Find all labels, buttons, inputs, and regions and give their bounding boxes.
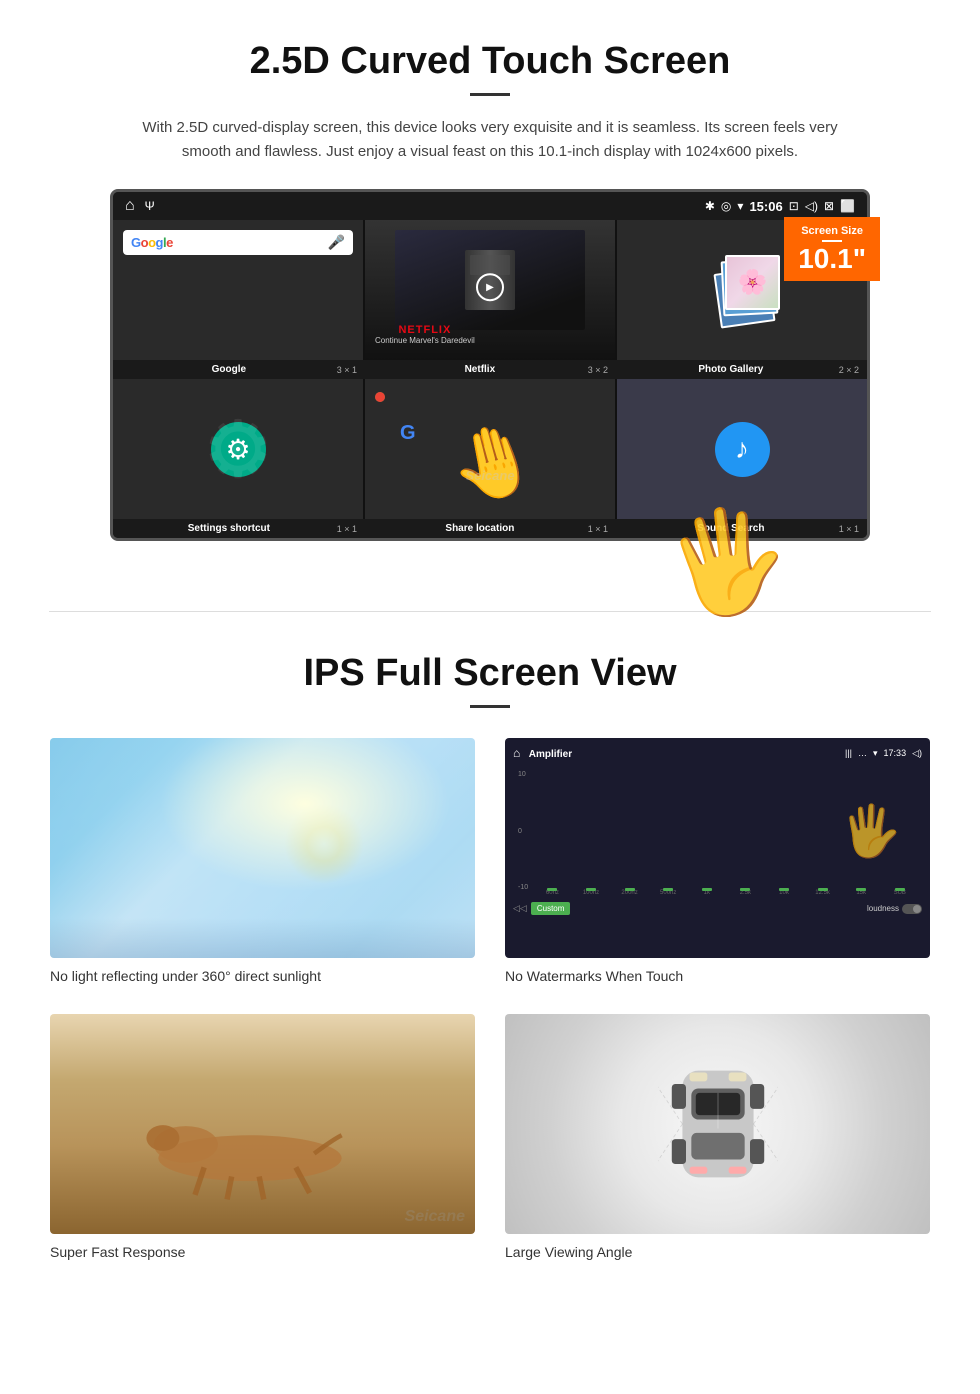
touch-hand: 🖐 bbox=[840, 766, 902, 896]
google-label: Google bbox=[121, 364, 337, 375]
car-image bbox=[505, 1014, 930, 1234]
device-screen: ⌂ Ψ ✱ ◎ ▾ 15:06 ⊡ ◁) ⊠ ⬜ bbox=[110, 189, 870, 541]
usb-icon: Ψ bbox=[145, 199, 155, 213]
volume-icon: ◁) bbox=[805, 199, 818, 213]
screen-size-badge: Screen Size 10.1" bbox=[784, 217, 880, 281]
netflix-label: Netflix bbox=[372, 364, 588, 375]
maps-size: 1 × 1 bbox=[588, 524, 608, 534]
eq-scale: 10 0 -10 bbox=[518, 766, 528, 896]
home-icon[interactable]: ⌂ bbox=[125, 197, 135, 215]
pointing-hand: 🤚 bbox=[441, 413, 546, 515]
amplifier-image: ⌂ Amplifier ||| … ▾ 17:33 ◁) 10 0 bbox=[505, 738, 930, 958]
eq-bar-1k: 1k bbox=[690, 888, 725, 896]
eq-bar-12k5: 12.5k bbox=[805, 888, 840, 896]
gallery-label: Photo Gallery bbox=[623, 364, 839, 375]
eq-bar-10k: 10k bbox=[767, 888, 802, 896]
status-right: ✱ ◎ ▾ 15:06 ⊡ ◁) ⊠ ⬜ bbox=[705, 199, 855, 214]
section1-description: With 2.5D curved-display screen, this de… bbox=[140, 116, 840, 164]
cheetah-watermark: Seicane bbox=[405, 1208, 465, 1226]
badge-underline bbox=[822, 240, 842, 242]
labels-row-1: Google 3 × 1 Netflix 3 × 2 Photo Gallery… bbox=[113, 360, 867, 379]
music-size: 1 × 1 bbox=[839, 524, 859, 534]
netflix-play-button[interactable]: ▶ bbox=[476, 273, 504, 301]
cheetah-caption: Super Fast Response bbox=[50, 1244, 475, 1260]
amplifier-caption: No Watermarks When Touch bbox=[505, 968, 930, 984]
window-icon: ⬜ bbox=[840, 199, 855, 213]
title-underline bbox=[470, 93, 510, 96]
section1-title: 2.5D Curved Touch Screen bbox=[60, 40, 920, 83]
google-app-cell[interactable]: Google 🎤 bbox=[113, 220, 363, 360]
sunlight-caption: No light reflecting under 360° direct su… bbox=[50, 968, 475, 984]
eq-bar-100hz: 100hz bbox=[574, 888, 609, 896]
cheetah-svg bbox=[80, 1094, 420, 1204]
loudness-switch: loudness bbox=[867, 904, 922, 914]
bluetooth-icon: ✱ bbox=[705, 199, 715, 213]
section-curved-screen: 2.5D Curved Touch Screen With 2.5D curve… bbox=[0, 0, 980, 571]
loudness-label: loudness bbox=[867, 904, 899, 913]
maps-app-cell[interactable]: G 🤚 bbox=[365, 379, 615, 519]
badge-size: 10.1" bbox=[798, 243, 866, 274]
photo-3: 🌸 bbox=[725, 255, 780, 310]
device-wrapper: Screen Size 10.1" ⌂ Ψ ✱ ◎ ▾ 15:06 ⊡ ◁) ⊠ bbox=[110, 189, 870, 541]
eq-bar-200hz: 200hz bbox=[612, 888, 647, 896]
camera-icon: ⊡ bbox=[789, 199, 799, 213]
amp-time: 17:33 bbox=[884, 748, 907, 758]
music-icon: ♪ bbox=[715, 422, 770, 477]
netflix-app-cell[interactable]: ▶ NETFLIX Continue Marvel's Daredevil bbox=[365, 220, 615, 360]
eq-bar-60hz: 60hz bbox=[535, 888, 570, 896]
gallery-size: 2 × 2 bbox=[839, 365, 859, 375]
google-logo: Google bbox=[131, 235, 173, 250]
settings-size: 1 × 1 bbox=[337, 524, 357, 534]
amp-volume-icon: ◁) bbox=[912, 748, 922, 759]
mic-icon[interactable]: 🎤 bbox=[328, 234, 345, 251]
amp-bottom-controls: ◁◁ Custom loudness bbox=[513, 902, 922, 915]
status-time: 15:06 bbox=[749, 199, 782, 214]
location-icon: ◎ bbox=[721, 199, 731, 213]
section2-underline bbox=[470, 705, 510, 708]
status-left: ⌂ Ψ bbox=[125, 197, 155, 215]
cheetah-image: Seicane bbox=[50, 1014, 475, 1234]
custom-button[interactable]: Custom bbox=[531, 902, 571, 915]
eq-bar-2k5: 2.5k bbox=[728, 888, 763, 896]
settings-app-cell[interactable]: ⚙ ⚙ bbox=[113, 379, 363, 519]
eq-bar-500hz: 500hz bbox=[651, 888, 686, 896]
section2-title: IPS Full Screen View bbox=[50, 652, 930, 695]
feature-cheetah: Seicane Super Fast Response bbox=[50, 1014, 475, 1260]
eq-container: 10 0 -10 60hz bbox=[513, 766, 922, 896]
amp-title: Amplifier bbox=[529, 749, 572, 760]
section-ips-screen: IPS Full Screen View No light reflecting… bbox=[0, 612, 980, 1290]
loudness-toggle[interactable] bbox=[902, 904, 922, 914]
close-icon: ⊠ bbox=[824, 199, 834, 213]
feature-amplifier: ⌂ Amplifier ||| … ▾ 17:33 ◁) 10 0 bbox=[505, 738, 930, 984]
google-size: 3 × 1 bbox=[337, 365, 357, 375]
netflix-brand: NETFLIX bbox=[375, 324, 475, 336]
netflix-size: 3 × 2 bbox=[588, 365, 608, 375]
amp-wifi-icon: ▾ bbox=[873, 748, 878, 759]
feature-car: Large Viewing Angle bbox=[505, 1014, 930, 1260]
maps-label: Share location bbox=[372, 523, 588, 534]
status-bar: ⌂ Ψ ✱ ◎ ▾ 15:06 ⊡ ◁) ⊠ ⬜ bbox=[113, 192, 867, 220]
hand-overlay: 🖐 bbox=[656, 494, 799, 631]
sunlight-image bbox=[50, 738, 475, 958]
amp-nav-left[interactable]: ◁◁ bbox=[513, 903, 527, 914]
feature-grid: No light reflecting under 360° direct su… bbox=[50, 738, 930, 1260]
amp-header: ⌂ Amplifier ||| … ▾ 17:33 ◁) bbox=[513, 746, 922, 760]
google-search-bar[interactable]: Google 🎤 bbox=[123, 230, 353, 255]
amp-menu-icon: ||| bbox=[845, 748, 852, 758]
music-app-cell[interactable]: ♪ bbox=[617, 379, 867, 519]
app-grid-row1: Google 🎤 ▶ bbox=[113, 220, 867, 360]
wifi-icon: ▾ bbox=[737, 199, 743, 213]
car-top-view-svg bbox=[658, 1044, 778, 1204]
settings-label: Settings shortcut bbox=[121, 523, 337, 534]
car-caption: Large Viewing Angle bbox=[505, 1244, 930, 1260]
feature-sunlight: No light reflecting under 360° direct su… bbox=[50, 738, 475, 984]
badge-title: Screen Size bbox=[798, 225, 866, 237]
netflix-label: NETFLIX Continue Marvel's Daredevil bbox=[375, 324, 475, 345]
netflix-subtitle: Continue Marvel's Daredevil bbox=[375, 336, 475, 345]
photo-stack: 🌸 bbox=[707, 250, 777, 330]
